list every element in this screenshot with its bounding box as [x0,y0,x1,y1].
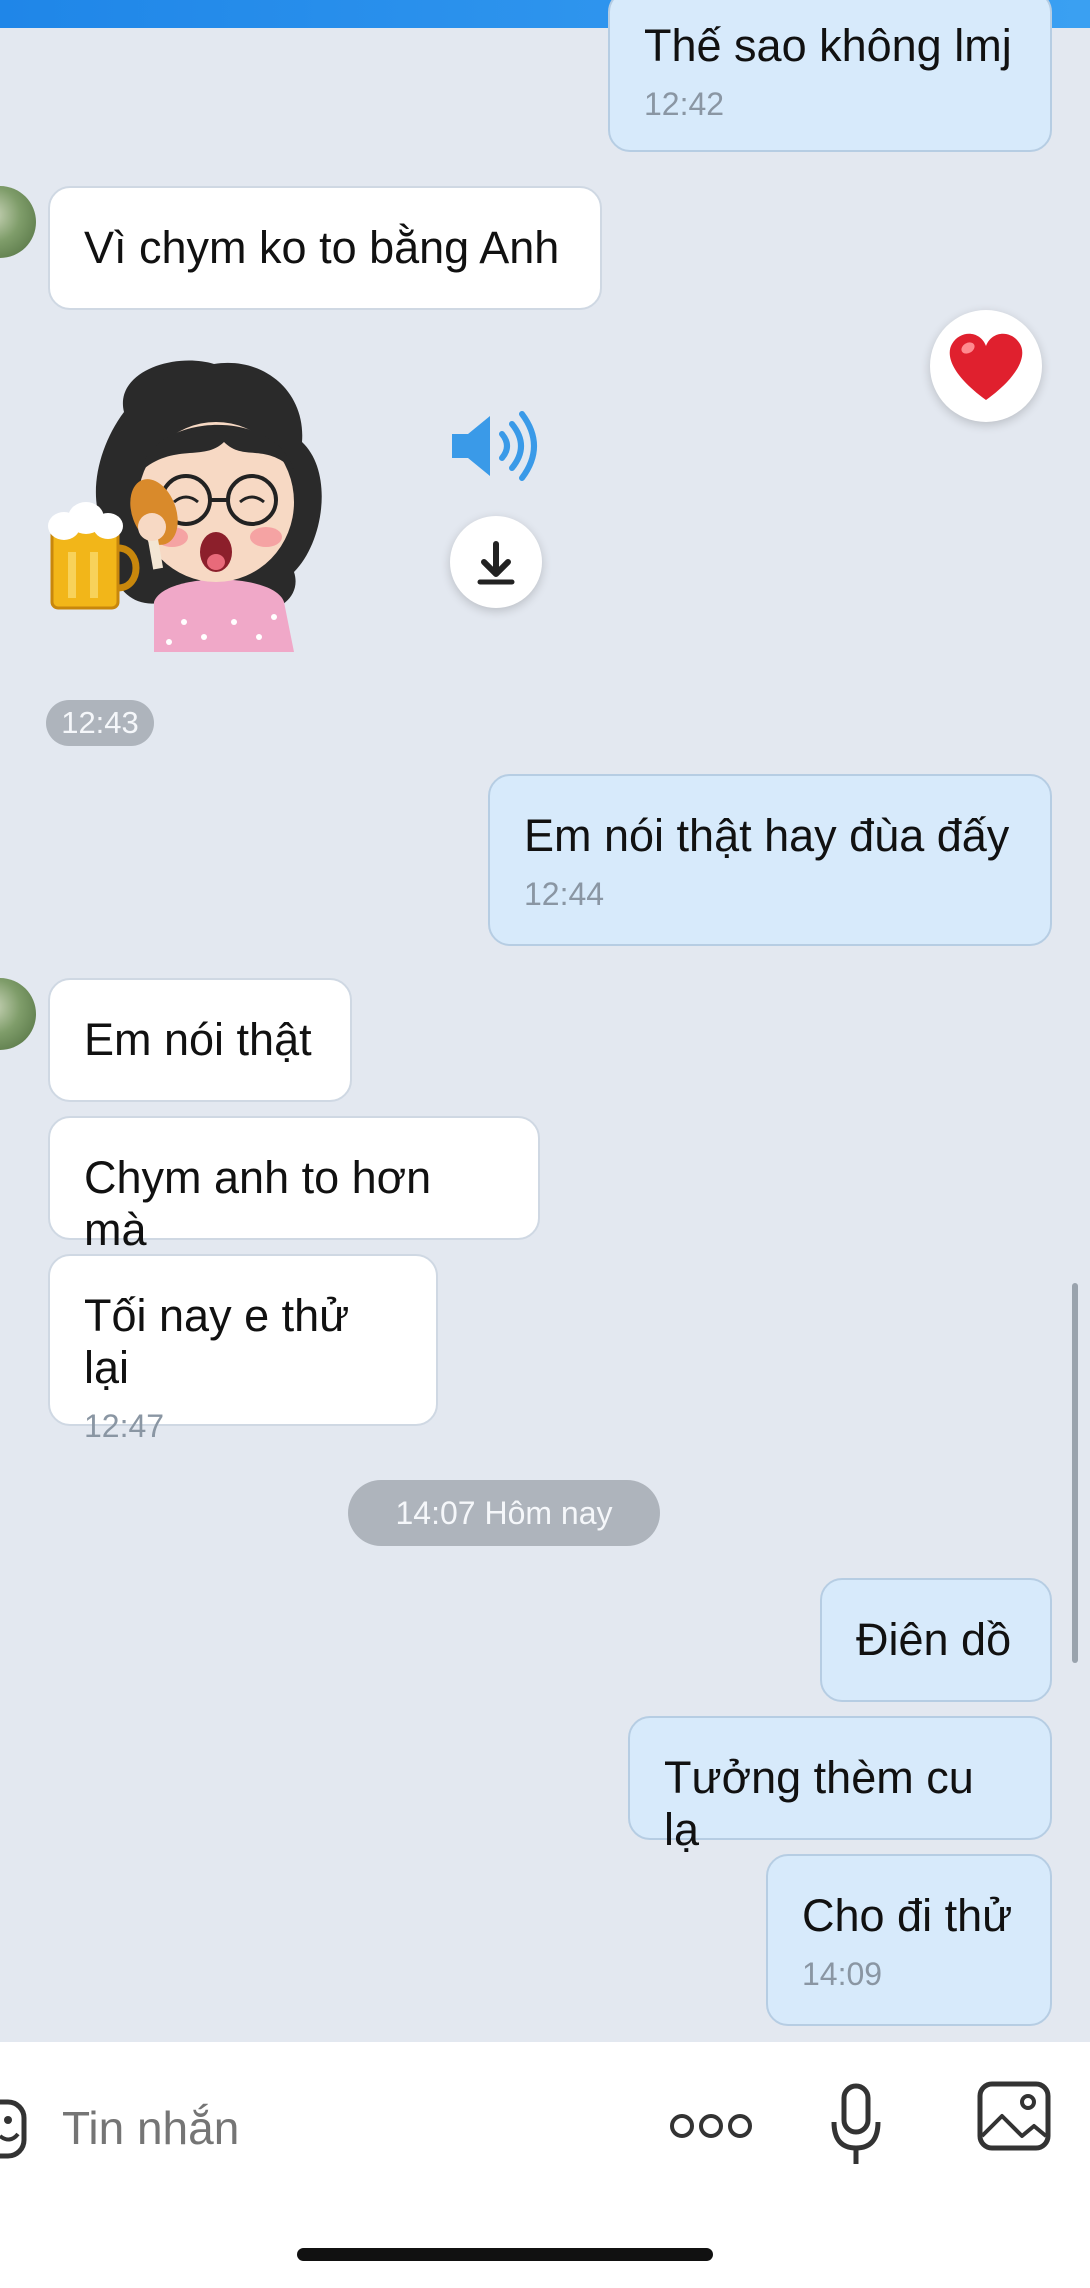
message-text: Em nói thật [84,1014,312,1065]
emoji-icon[interactable] [0,2082,30,2172]
message-bubble-outgoing[interactable]: Tưởng thèm cu lạ [628,1716,1052,1855]
message-bubble-incoming[interactable]: Em nói thật [48,978,352,1102]
girl-with-beer-sticker[interactable] [44,352,364,662]
download-icon [477,541,515,585]
message-bubble-outgoing[interactable]: Điên dồ [820,1578,1052,1702]
message-bubble-outgoing[interactable]: Cho đi thử 14:09 [766,1854,1052,2026]
reaction-button[interactable] [930,310,1042,422]
message-time: 12:44 [524,876,605,912]
image-icon[interactable] [976,2080,1052,2152]
message-bubble-incoming[interactable]: Chym anh to hơn mà [48,1116,540,1255]
more-icon[interactable] [668,2106,754,2146]
message-bubble-outgoing[interactable]: Em nói thật hay đùa đấy 12:44 [488,774,1052,946]
contact-avatar[interactable] [0,978,36,1050]
contact-avatar[interactable] [0,186,36,258]
scrollbar[interactable] [1072,1283,1078,1663]
message-bubble-outgoing[interactable]: Thế sao không lmj 12:42 [608,0,1052,152]
microphone-icon[interactable] [826,2080,886,2170]
message-text: Thế sao không lmj [644,20,1012,71]
message-time: 14:09 [802,1956,883,1992]
heart-icon [949,333,1023,400]
download-button[interactable] [450,516,542,608]
message-text: Cho đi thử [802,1890,1013,1941]
message-text: Tưởng thèm cu lạ [664,1752,974,1855]
date-separator: 14:07 Hôm nay [348,1480,660,1546]
home-indicator [297,2248,713,2261]
message-text: Điên dồ [856,1614,1012,1665]
message-input[interactable] [60,2082,604,2174]
speaker-icon[interactable] [446,406,542,486]
message-text: Vì chym ko to bằng Anh [84,222,560,273]
message-composer [0,2042,1090,2288]
message-bubble-incoming[interactable]: Vì chym ko to bằng Anh [48,186,602,310]
message-text: Tối nay e thử lại [84,1290,350,1393]
message-text: Em nói thật hay đùa đấy [524,810,1010,861]
message-text: Chym anh to hơn mà [84,1152,432,1255]
message-time: 12:43 [46,700,154,746]
message-time: 12:42 [644,86,725,122]
message-bubble-incoming[interactable]: Tối nay e thử lại 12:47 [48,1254,438,1444]
message-time: 12:47 [84,1408,165,1444]
